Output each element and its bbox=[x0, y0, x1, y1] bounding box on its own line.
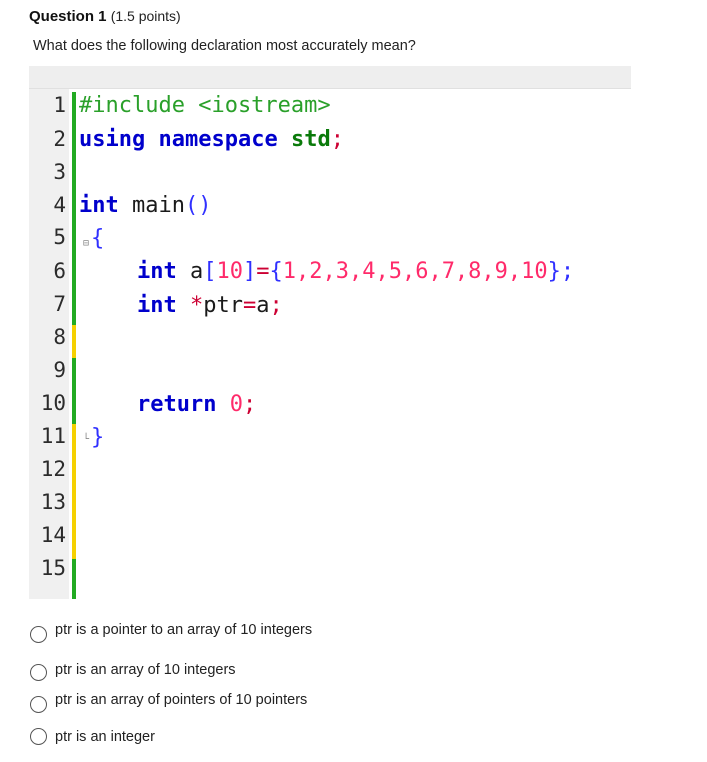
line-number: 12 bbox=[40, 457, 66, 481]
question-header: Question 1 (1.5 points) bbox=[29, 8, 181, 25]
operator: = bbox=[256, 259, 270, 284]
line-number-gutter: 1 2 3 4 5 6 7 8 9 10 11 12 13 14 15 bbox=[29, 89, 69, 599]
code-image: 1 2 3 4 5 6 7 8 9 10 11 12 13 14 15 ⊟ └ … bbox=[29, 66, 631, 599]
code-line-5: { bbox=[91, 226, 104, 251]
brace: } bbox=[91, 425, 105, 450]
code-line-7: int *ptr=a; bbox=[137, 293, 283, 318]
radio-button[interactable] bbox=[30, 664, 47, 681]
question-points: (1.5 points) bbox=[110, 8, 181, 24]
code-line-1: #include <iostream> bbox=[79, 93, 331, 118]
brace: { bbox=[91, 226, 105, 251]
code-line-10: return 0; bbox=[137, 392, 256, 417]
keyword: return bbox=[137, 392, 217, 417]
number-list: 1,2,3,4,5,6,7,8,9,10 bbox=[282, 259, 548, 284]
code-line-6: int a[10]={1,2,3,4,5,6,7,8,9,10}; bbox=[137, 259, 574, 284]
preprocessor: #include <iostream> bbox=[79, 93, 331, 118]
identifier: ptr bbox=[203, 293, 243, 318]
option-label[interactable]: ptr is an array of 10 integers bbox=[55, 662, 236, 678]
option-label[interactable]: ptr is a pointer to an array of 10 integ… bbox=[55, 622, 312, 638]
radio-button[interactable] bbox=[30, 728, 47, 745]
line-number: 3 bbox=[53, 160, 66, 184]
radio-button[interactable] bbox=[30, 696, 47, 713]
line-number: 6 bbox=[53, 259, 66, 283]
parens: () bbox=[184, 193, 212, 218]
line-number: 9 bbox=[53, 358, 66, 382]
option-label[interactable]: ptr is an array of pointers of 10 pointe… bbox=[55, 692, 307, 708]
radio-button[interactable] bbox=[30, 626, 47, 643]
line-number: 11 bbox=[40, 424, 66, 448]
number: 10 bbox=[216, 259, 244, 284]
line-number: 10 bbox=[40, 391, 66, 415]
fold-end-icon: └ bbox=[83, 434, 90, 445]
semicolon: ; bbox=[269, 293, 283, 318]
operator: * bbox=[176, 293, 204, 318]
keyword: int bbox=[137, 259, 177, 284]
change-bar-saved bbox=[72, 92, 76, 325]
line-number: 7 bbox=[53, 292, 66, 316]
line-number: 2 bbox=[53, 127, 66, 151]
answer-option[interactable]: ptr is an array of 10 integers bbox=[30, 662, 430, 681]
code-line-4: int main() bbox=[79, 193, 211, 218]
change-bar-saved bbox=[72, 358, 76, 424]
identifier: a bbox=[256, 293, 270, 318]
change-bar-unsaved bbox=[72, 325, 76, 358]
answer-option[interactable]: ptr is a pointer to an array of 10 integ… bbox=[30, 622, 430, 643]
question-number: Question 1 bbox=[29, 8, 107, 25]
option-label[interactable]: ptr is an integer bbox=[55, 729, 155, 745]
change-bar-unsaved bbox=[72, 424, 76, 559]
keyword: using bbox=[79, 127, 146, 152]
fold-minus-icon: ⊟ bbox=[83, 238, 90, 249]
line-number: 5 bbox=[53, 225, 66, 249]
change-bar-saved bbox=[72, 559, 76, 599]
line-number: 14 bbox=[40, 523, 66, 547]
number: 0 bbox=[216, 392, 243, 417]
question-prompt: What does the following declaration most… bbox=[33, 38, 416, 54]
answer-option[interactable]: ptr is an integer bbox=[30, 728, 430, 745]
keyword: int bbox=[79, 193, 119, 218]
bracket: [ bbox=[203, 259, 217, 284]
semicolon: ; bbox=[330, 127, 344, 152]
identifier: a bbox=[176, 259, 204, 284]
line-number: 15 bbox=[40, 556, 66, 580]
function-name: main bbox=[118, 193, 185, 218]
bracket: ] bbox=[243, 259, 257, 284]
brace: { bbox=[269, 259, 283, 284]
line-number: 8 bbox=[53, 325, 66, 349]
namespace-name: std bbox=[290, 127, 331, 152]
line-number: 13 bbox=[40, 490, 66, 514]
code-line-2: using namespace std; bbox=[79, 127, 344, 152]
code-line-11: } bbox=[91, 425, 104, 450]
keyword: namespace bbox=[158, 127, 278, 152]
brace: }; bbox=[547, 259, 575, 284]
operator: = bbox=[243, 293, 257, 318]
line-number: 1 bbox=[53, 93, 66, 117]
code-topbar bbox=[29, 66, 631, 89]
answer-option[interactable]: ptr is an array of pointers of 10 pointe… bbox=[30, 692, 430, 713]
line-number: 4 bbox=[53, 193, 66, 217]
semicolon: ; bbox=[242, 392, 257, 417]
keyword: int bbox=[137, 293, 177, 318]
